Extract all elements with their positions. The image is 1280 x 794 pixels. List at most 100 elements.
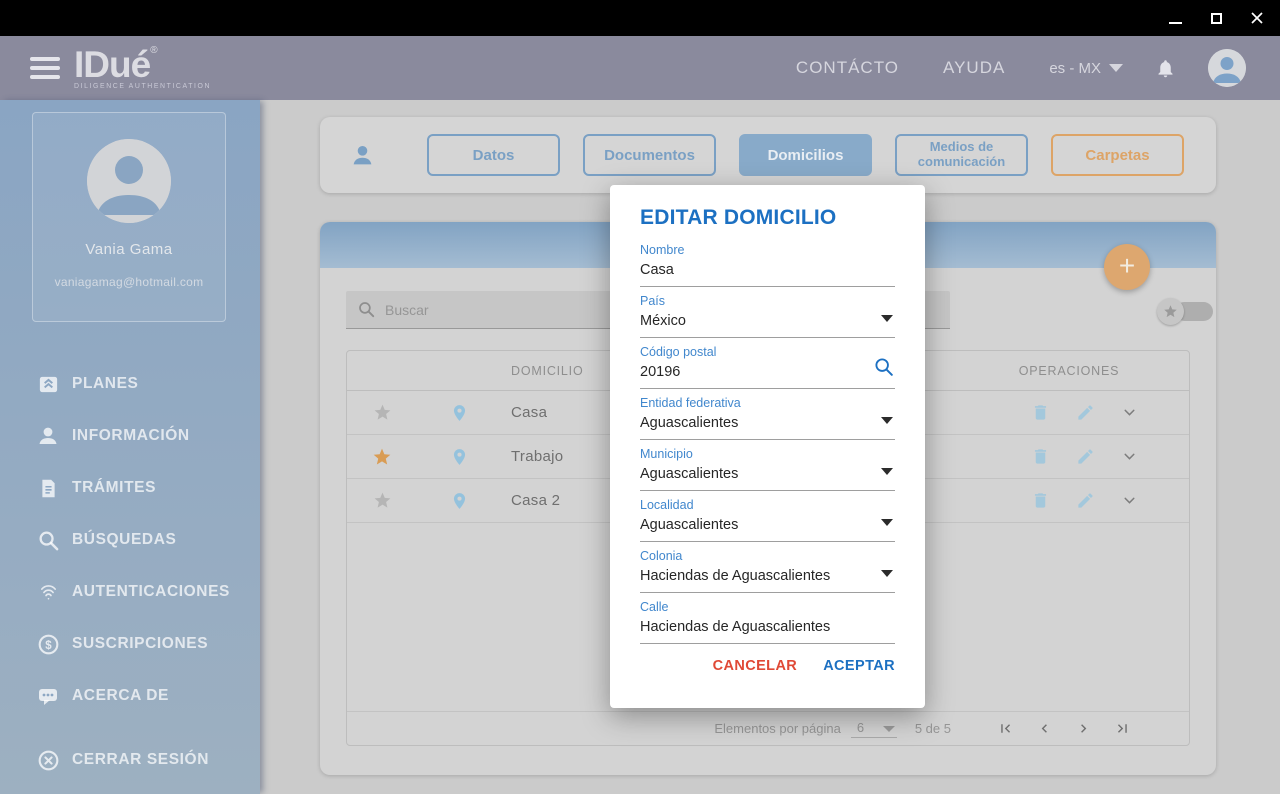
nav-contact-link[interactable]: CONTÁCTO — [796, 58, 899, 78]
hamburger-menu-icon[interactable] — [30, 57, 60, 79]
notifications-button[interactable] — [1155, 57, 1176, 80]
trash-icon — [1031, 447, 1050, 466]
avatar-person-icon — [87, 139, 171, 223]
dropdown-caret-icon[interactable] — [881, 570, 893, 577]
add-domicilio-button[interactable]: + — [1104, 244, 1150, 290]
expand-row-button[interactable] — [1121, 492, 1138, 509]
sidebar-item-label: BÚSQUEDAS — [72, 531, 176, 549]
pais-select[interactable]: México — [640, 312, 895, 338]
edit-button[interactable] — [1076, 447, 1095, 466]
plus-icon: + — [1119, 252, 1135, 280]
close-icon — [1250, 11, 1264, 25]
field-entidad-federativa: Entidad federativa Aguascalientes — [640, 396, 895, 440]
trash-icon — [1031, 403, 1050, 422]
chevron-down-icon — [1121, 404, 1138, 421]
app-header: IDué® DILIGENCE AUTHENTICATION CONTÁCTO … — [0, 36, 1280, 100]
pencil-icon — [1076, 447, 1095, 466]
delete-button[interactable] — [1031, 491, 1050, 510]
sidebar-item-cerrar-sesion[interactable]: CERRAR SESIÓN — [0, 734, 260, 786]
sidebar-item-informacion[interactable]: INFORMACIÓN — [0, 410, 260, 462]
person-icon — [36, 424, 60, 448]
sidebar-item-label: TRÁMITES — [72, 479, 156, 497]
tab-medios-de-comunicacion[interactable]: Medios de comunicación — [895, 134, 1028, 176]
profile-card: Vania Gama vaniagamag@hotmail.com — [32, 112, 226, 322]
profile-name: Vania Gama — [33, 241, 225, 258]
first-page-button[interactable] — [997, 720, 1014, 737]
editar-domicilio-modal: EDITAR DOMICILIO Nombre Casa País México… — [610, 185, 925, 708]
favorites-filter-toggle[interactable] — [1157, 298, 1213, 325]
favorite-star-button[interactable] — [347, 491, 417, 510]
last-page-button[interactable] — [1114, 720, 1131, 737]
sidebar-item-label: SUSCRIPCIONES — [72, 635, 208, 653]
previous-page-button[interactable] — [1036, 720, 1053, 737]
tab-documentos[interactable]: Documentos — [583, 134, 716, 176]
delete-button[interactable] — [1031, 403, 1050, 422]
expand-row-button[interactable] — [1121, 404, 1138, 421]
sidebar-item-busquedas[interactable]: BÚSQUEDAS — [0, 514, 260, 566]
calle-input[interactable]: Haciendas de Aguascalientes — [640, 618, 895, 644]
dropdown-caret-icon[interactable] — [881, 519, 893, 526]
dropdown-caret-icon[interactable] — [881, 417, 893, 424]
sidebar-item-suscripciones[interactable]: $ SUSCRIPCIONES — [0, 618, 260, 670]
postal-code-search-button[interactable] — [873, 356, 895, 378]
nombre-input[interactable]: Casa — [640, 261, 895, 287]
document-icon — [36, 476, 60, 500]
search-icon — [36, 528, 60, 552]
tab-datos[interactable]: Datos — [427, 134, 560, 176]
entidad-federativa-select[interactable]: Aguascalientes — [640, 414, 895, 440]
location-pin-icon — [417, 446, 501, 468]
pagination-bar: Elementos por página 6 5 de 5 — [347, 711, 1189, 745]
minimize-button[interactable] — [1166, 9, 1184, 27]
cancel-button[interactable]: CANCELAR — [713, 658, 798, 674]
trash-icon — [1031, 491, 1050, 510]
minimize-icon — [1169, 22, 1182, 24]
language-selector[interactable]: es - MX — [1049, 60, 1123, 77]
pencil-icon — [1076, 491, 1095, 510]
field-colonia: Colonia Haciendas de Aguascalientes — [640, 549, 895, 593]
dropdown-caret-icon[interactable] — [881, 315, 893, 322]
delete-button[interactable] — [1031, 447, 1050, 466]
field-label: Código postal — [640, 345, 895, 360]
tab-domicilios[interactable]: Domicilios — [739, 134, 872, 176]
search-placeholder: Buscar — [385, 302, 429, 318]
modal-title: EDITAR DOMICILIO — [640, 206, 895, 230]
accept-button[interactable]: ACEPTAR — [823, 658, 895, 674]
sidebar-item-autenticaciones[interactable]: AUTENTICACIONES — [0, 566, 260, 618]
last-page-icon — [1114, 720, 1131, 737]
edit-button[interactable] — [1076, 403, 1095, 422]
tab-carpetas[interactable]: Carpetas — [1051, 134, 1184, 176]
expand-row-button[interactable] — [1121, 448, 1138, 465]
column-header-operaciones: OPERACIONES — [949, 364, 1189, 378]
chevron-left-icon — [1036, 720, 1053, 737]
nav-help-link[interactable]: AYUDA — [943, 58, 1005, 78]
localidad-select[interactable]: Aguascalientes — [640, 516, 895, 542]
favorite-star-button[interactable] — [347, 403, 417, 422]
sidebar-item-planes[interactable]: PLANES — [0, 358, 260, 410]
edit-button[interactable] — [1076, 491, 1095, 510]
star-icon — [373, 491, 392, 510]
colonia-select[interactable]: Haciendas de Aguascalientes — [640, 567, 895, 593]
page-size-value: 6 — [857, 720, 864, 735]
codigo-postal-input[interactable]: 20196 — [640, 363, 895, 389]
language-value: es - MX — [1049, 60, 1101, 77]
profile-email: vaniagamag@hotmail.com — [33, 275, 225, 289]
field-pais: País México — [640, 294, 895, 338]
user-avatar[interactable] — [1208, 49, 1246, 87]
sidebar-item-acerca-de[interactable]: ACERCA DE — [0, 670, 260, 722]
dropdown-caret-icon[interactable] — [881, 468, 893, 475]
page-size-label: Elementos por página — [714, 721, 840, 736]
maximize-button[interactable] — [1207, 9, 1225, 27]
favorite-star-button[interactable] — [347, 447, 417, 467]
next-page-button[interactable] — [1075, 720, 1092, 737]
brand-tagline: DILIGENCE AUTHENTICATION — [74, 84, 211, 91]
sidebar-item-tramites[interactable]: TRÁMITES — [0, 462, 260, 514]
field-calle: Calle Haciendas de Aguascalientes — [640, 600, 895, 644]
pencil-icon — [1076, 403, 1095, 422]
close-button[interactable] — [1248, 9, 1266, 27]
toggle-knob — [1157, 298, 1184, 325]
page-size-select[interactable]: 6 — [851, 720, 897, 738]
municipio-select[interactable]: Aguascalientes — [640, 465, 895, 491]
field-localidad: Localidad Aguascalientes — [640, 498, 895, 542]
person-icon — [350, 143, 375, 168]
svg-text:$: $ — [45, 639, 52, 651]
